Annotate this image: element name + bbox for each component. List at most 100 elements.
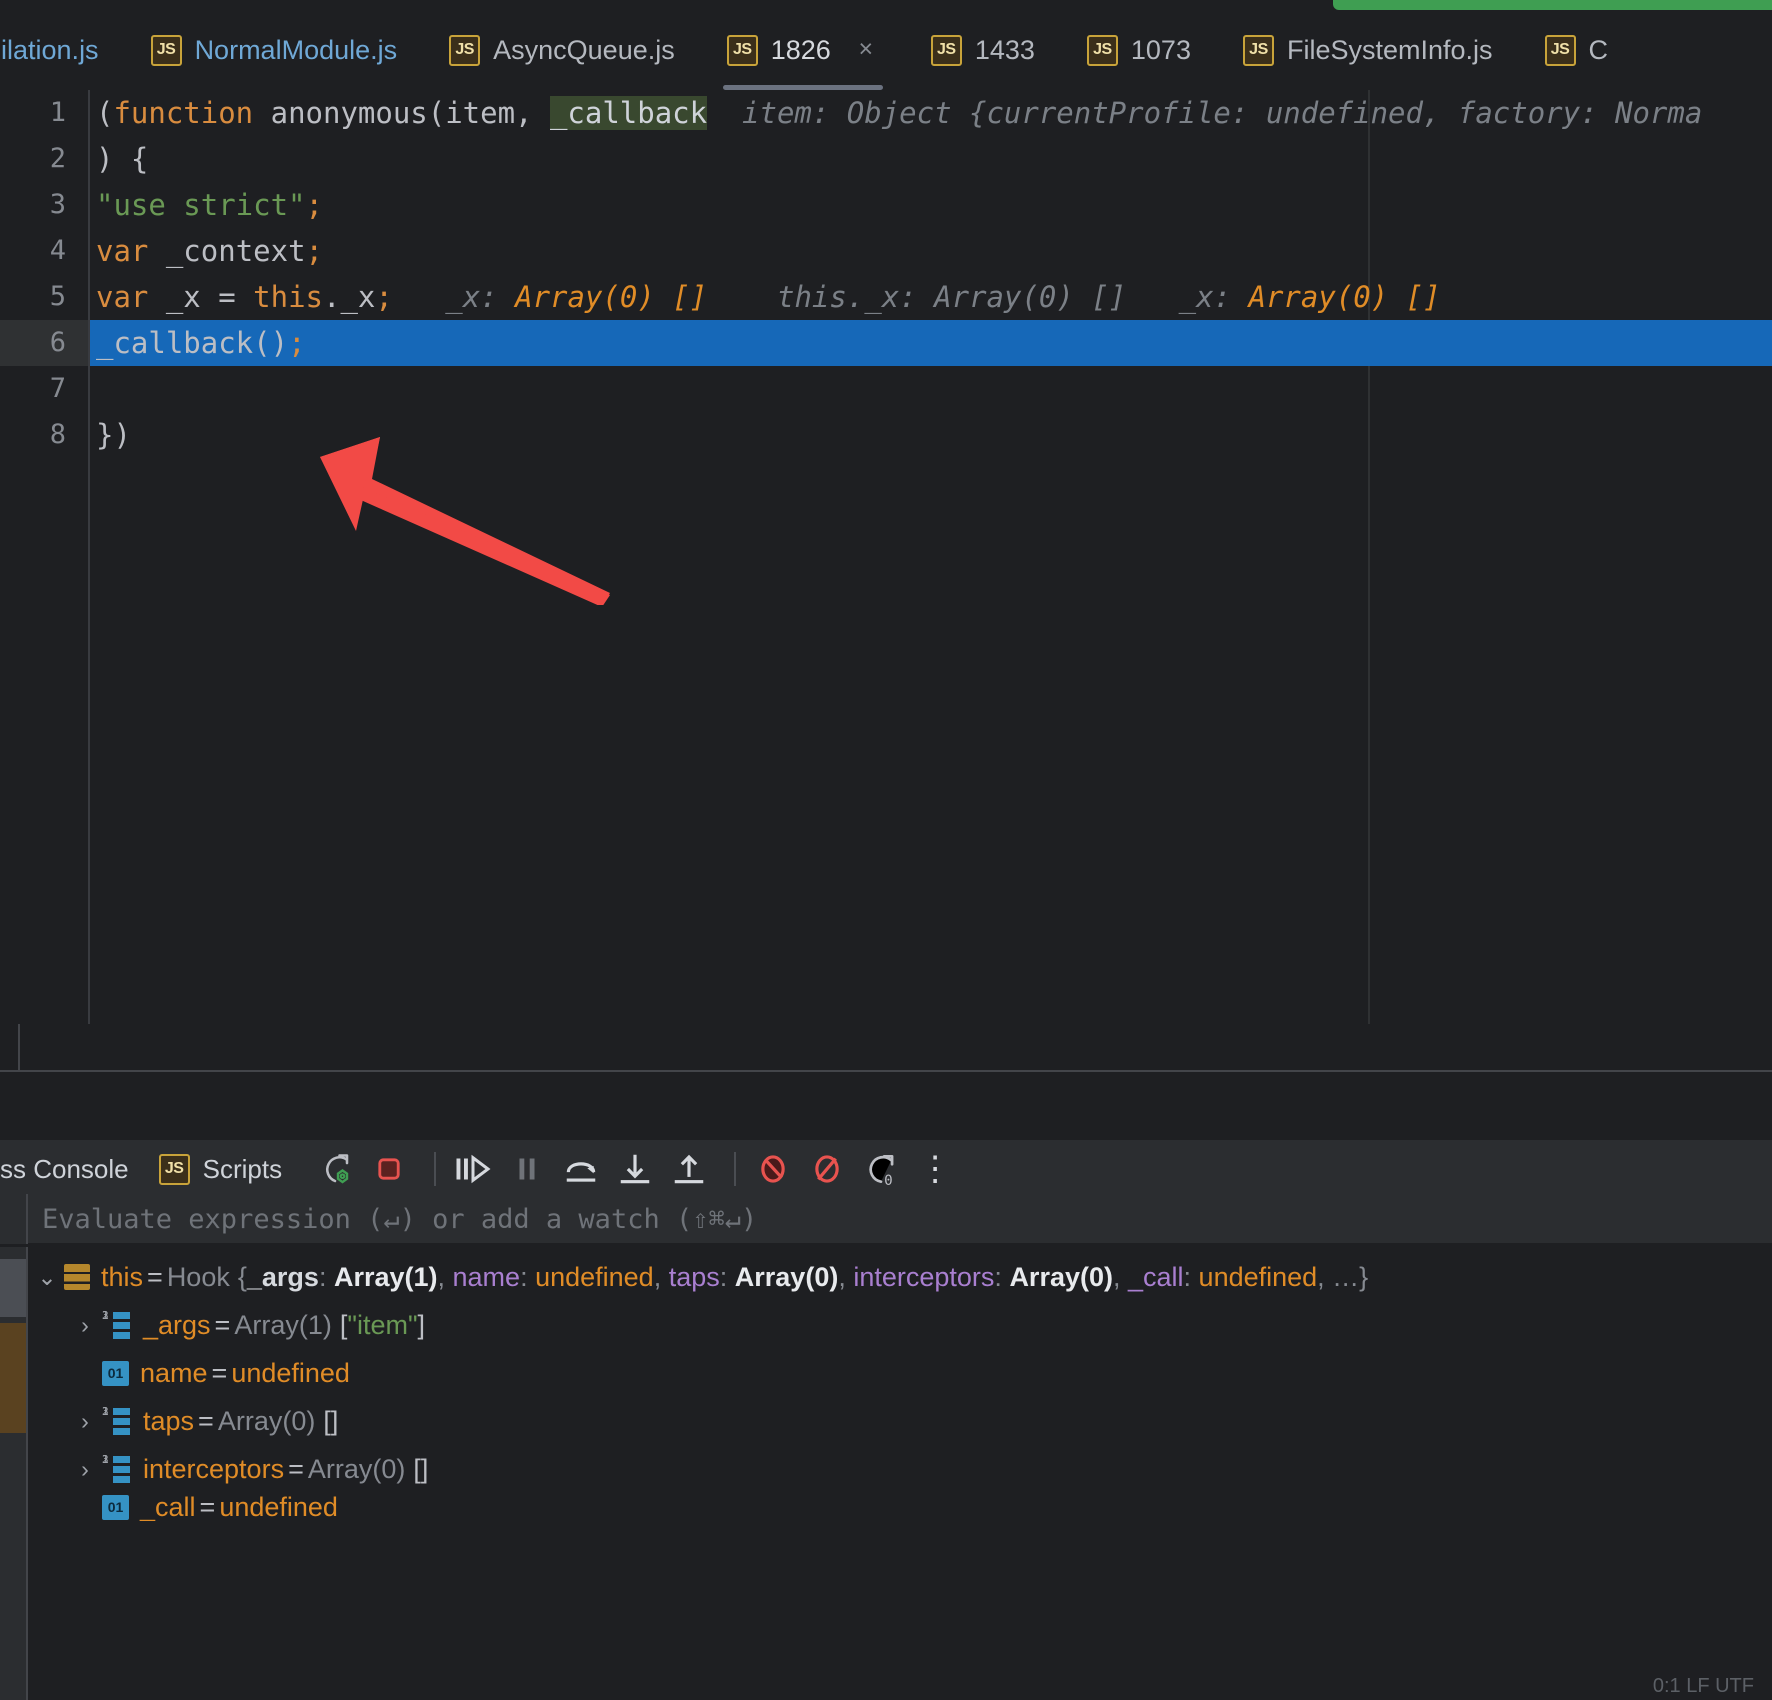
mute-breakpoints-button[interactable] <box>750 1146 796 1192</box>
debugger-toolbar[interactable]: ss Console JS Scripts <box>0 1143 1772 1195</box>
variable-value: undefined <box>219 1493 338 1521</box>
code-line-7[interactable] <box>92 366 1772 412</box>
preview-value: undefined <box>1199 1253 1318 1301</box>
js-file-icon: JS <box>151 35 182 66</box>
js-file-icon: JS <box>727 35 758 66</box>
code-content[interactable]: (function anonymous(item, _callback item… <box>92 90 1772 1024</box>
evaluate-expression-bar[interactable]: Evaluate expression (↵) or add a watch (… <box>0 1195 1772 1245</box>
line-number-gutter[interactable]: 1 2 3 4 5 6 7 8 <box>0 90 90 1024</box>
rerun-debug-button[interactable] <box>312 1146 358 1192</box>
inlay-hint-value: Array(0) [] <box>934 280 1126 314</box>
tab-label: 1433 <box>975 35 1035 66</box>
tab-label: FileSystemInfo.js <box>1287 35 1493 66</box>
line-number: 1 <box>6 90 66 136</box>
tab-1433[interactable]: JS 1433 <box>905 10 1061 90</box>
reset-frame-button[interactable]: 0 <box>858 1146 904 1192</box>
preview-value: undefined <box>535 1253 654 1301</box>
tab-label: ss Console <box>0 1154 129 1185</box>
code-line-4[interactable]: var _context; <box>92 228 1772 274</box>
code-line-1[interactable]: (function anonymous(item, _callback item… <box>92 90 1772 136</box>
chevron-down-icon[interactable]: ⌄ <box>30 1253 64 1301</box>
preview-key: interceptors <box>853 1253 994 1301</box>
variable-value: ["item"] <box>332 1301 425 1349</box>
tab-label: 1073 <box>1131 35 1191 66</box>
build-progress-indicator <box>1333 0 1772 10</box>
toolbar-separator <box>434 1152 436 1186</box>
inlay-hint-line-1: item: Object {currentProfile: undefined,… <box>742 96 1702 130</box>
inlay-hint-value: Array(0) [] <box>1248 280 1440 314</box>
code-line-5[interactable]: var _x = this._x; _x: Array(0) [] this._… <box>92 274 1772 320</box>
panel-header-strip <box>0 1074 1772 1140</box>
tab-1826[interactable]: JS 1826 × <box>701 10 905 90</box>
editor-bottom-strip <box>0 1024 1772 1072</box>
inlay-hint-label: _x: <box>1179 280 1231 314</box>
gutter-marker <box>0 1323 26 1433</box>
code-editor[interactable]: 1 2 3 4 5 6 7 8 (function anonymous(item… <box>0 90 1772 1024</box>
tab-asyncqueue-js[interactable]: JS AsyncQueue.js <box>423 10 701 90</box>
tab-process-console[interactable]: ss Console <box>0 1154 159 1185</box>
variable-row-interceptors[interactable]: › 123 interceptors = Array(0) [] <box>68 1445 1772 1493</box>
inlay-captured-variable: _callback <box>550 96 707 130</box>
js-file-icon: JS <box>159 1154 190 1185</box>
step-into-button[interactable] <box>612 1146 658 1192</box>
resume-program-button[interactable] <box>450 1146 496 1192</box>
variable-type: Array(1) <box>234 1301 332 1349</box>
code-line-2[interactable]: ) { <box>92 136 1772 182</box>
stop-button[interactable] <box>366 1146 412 1192</box>
js-file-icon: JS <box>449 35 480 66</box>
inlay-hint-value: Array(0) [] <box>515 280 707 314</box>
variable-row-this[interactable]: ⌄ this = Hook { _args: Array(1), name: u… <box>30 1253 1772 1301</box>
more-options-button[interactable]: ⋮ <box>912 1146 958 1192</box>
tab-compilation-js[interactable]: pilation.js <box>0 10 125 90</box>
tab-scripts[interactable]: JS Scripts <box>159 1154 312 1185</box>
chevron-right-icon[interactable]: › <box>68 1397 102 1445</box>
variable-type: Hook <box>167 1253 230 1301</box>
tab-compilation-js-2[interactable]: JS C <box>1519 10 1635 90</box>
watch-input-placeholder[interactable]: Evaluate expression (↵) or add a watch (… <box>28 1204 757 1235</box>
tab-1073[interactable]: JS 1073 <box>1061 10 1217 90</box>
variable-type: Array(0) <box>308 1445 406 1493</box>
array-icon: 123 <box>102 1311 132 1339</box>
editor-tab-bar[interactable]: pilation.js JS NormalModule.js JS AsyncQ… <box>0 10 1772 90</box>
primitive-icon: 01 <box>102 1495 129 1520</box>
step-out-button[interactable] <box>666 1146 712 1192</box>
variable-name: _args <box>143 1301 211 1349</box>
preview-key: _call <box>1128 1253 1184 1301</box>
tab-label: NormalModule.js <box>195 35 398 66</box>
view-breakpoints-button[interactable] <box>804 1146 850 1192</box>
inlay-hint-label: this._x: <box>777 280 917 314</box>
variable-row-call[interactable]: 01 _call = undefined <box>68 1493 1772 1521</box>
variable-row-taps[interactable]: › 123 taps = Array(0) [] <box>68 1397 1772 1445</box>
pause-program-button[interactable] <box>504 1146 550 1192</box>
tab-filesysteminfo-js[interactable]: JS FileSystemInfo.js <box>1217 10 1519 90</box>
chevron-right-icon[interactable]: › <box>68 1301 102 1349</box>
tab-label: Scripts <box>203 1154 282 1185</box>
scrollbar-thumb[interactable] <box>0 1259 26 1317</box>
tab-normalmodule-js[interactable]: JS NormalModule.js <box>125 10 424 90</box>
tab-label: AsyncQueue.js <box>493 35 675 66</box>
variable-name: name <box>140 1349 208 1397</box>
js-file-icon: JS <box>931 35 962 66</box>
preview-key: name <box>453 1253 521 1301</box>
variable-row-name[interactable]: 01 name = undefined <box>68 1349 1772 1397</box>
variables-panel[interactable]: ⌄ this = Hook { _args: Array(1), name: u… <box>0 1247 1772 1700</box>
close-icon[interactable]: × <box>853 37 879 63</box>
code-line-6-current[interactable]: _callback(); <box>92 320 1772 366</box>
variable-name: _call <box>140 1493 196 1521</box>
code-text: ) { <box>96 142 148 176</box>
variable-name: this <box>101 1253 143 1301</box>
chevron-right-icon[interactable]: › <box>68 1445 102 1493</box>
object-field-icon <box>64 1264 90 1290</box>
line-number: 6 <box>6 320 66 366</box>
code-line-8[interactable]: }) <box>92 412 1772 458</box>
step-over-button[interactable] <box>558 1146 604 1192</box>
no-chevron-placeholder <box>68 1493 102 1521</box>
variable-type: Array(0) <box>218 1397 316 1445</box>
variable-row-args[interactable]: › 123 _args = Array(1) ["item"] <box>68 1301 1772 1349</box>
js-file-icon: JS <box>1545 35 1576 66</box>
array-icon: 123 <box>102 1455 132 1483</box>
line-number: 7 <box>6 366 66 412</box>
preview-key: _args <box>247 1253 319 1301</box>
no-chevron-placeholder <box>68 1349 102 1397</box>
code-line-3[interactable]: "use strict"; <box>92 182 1772 228</box>
